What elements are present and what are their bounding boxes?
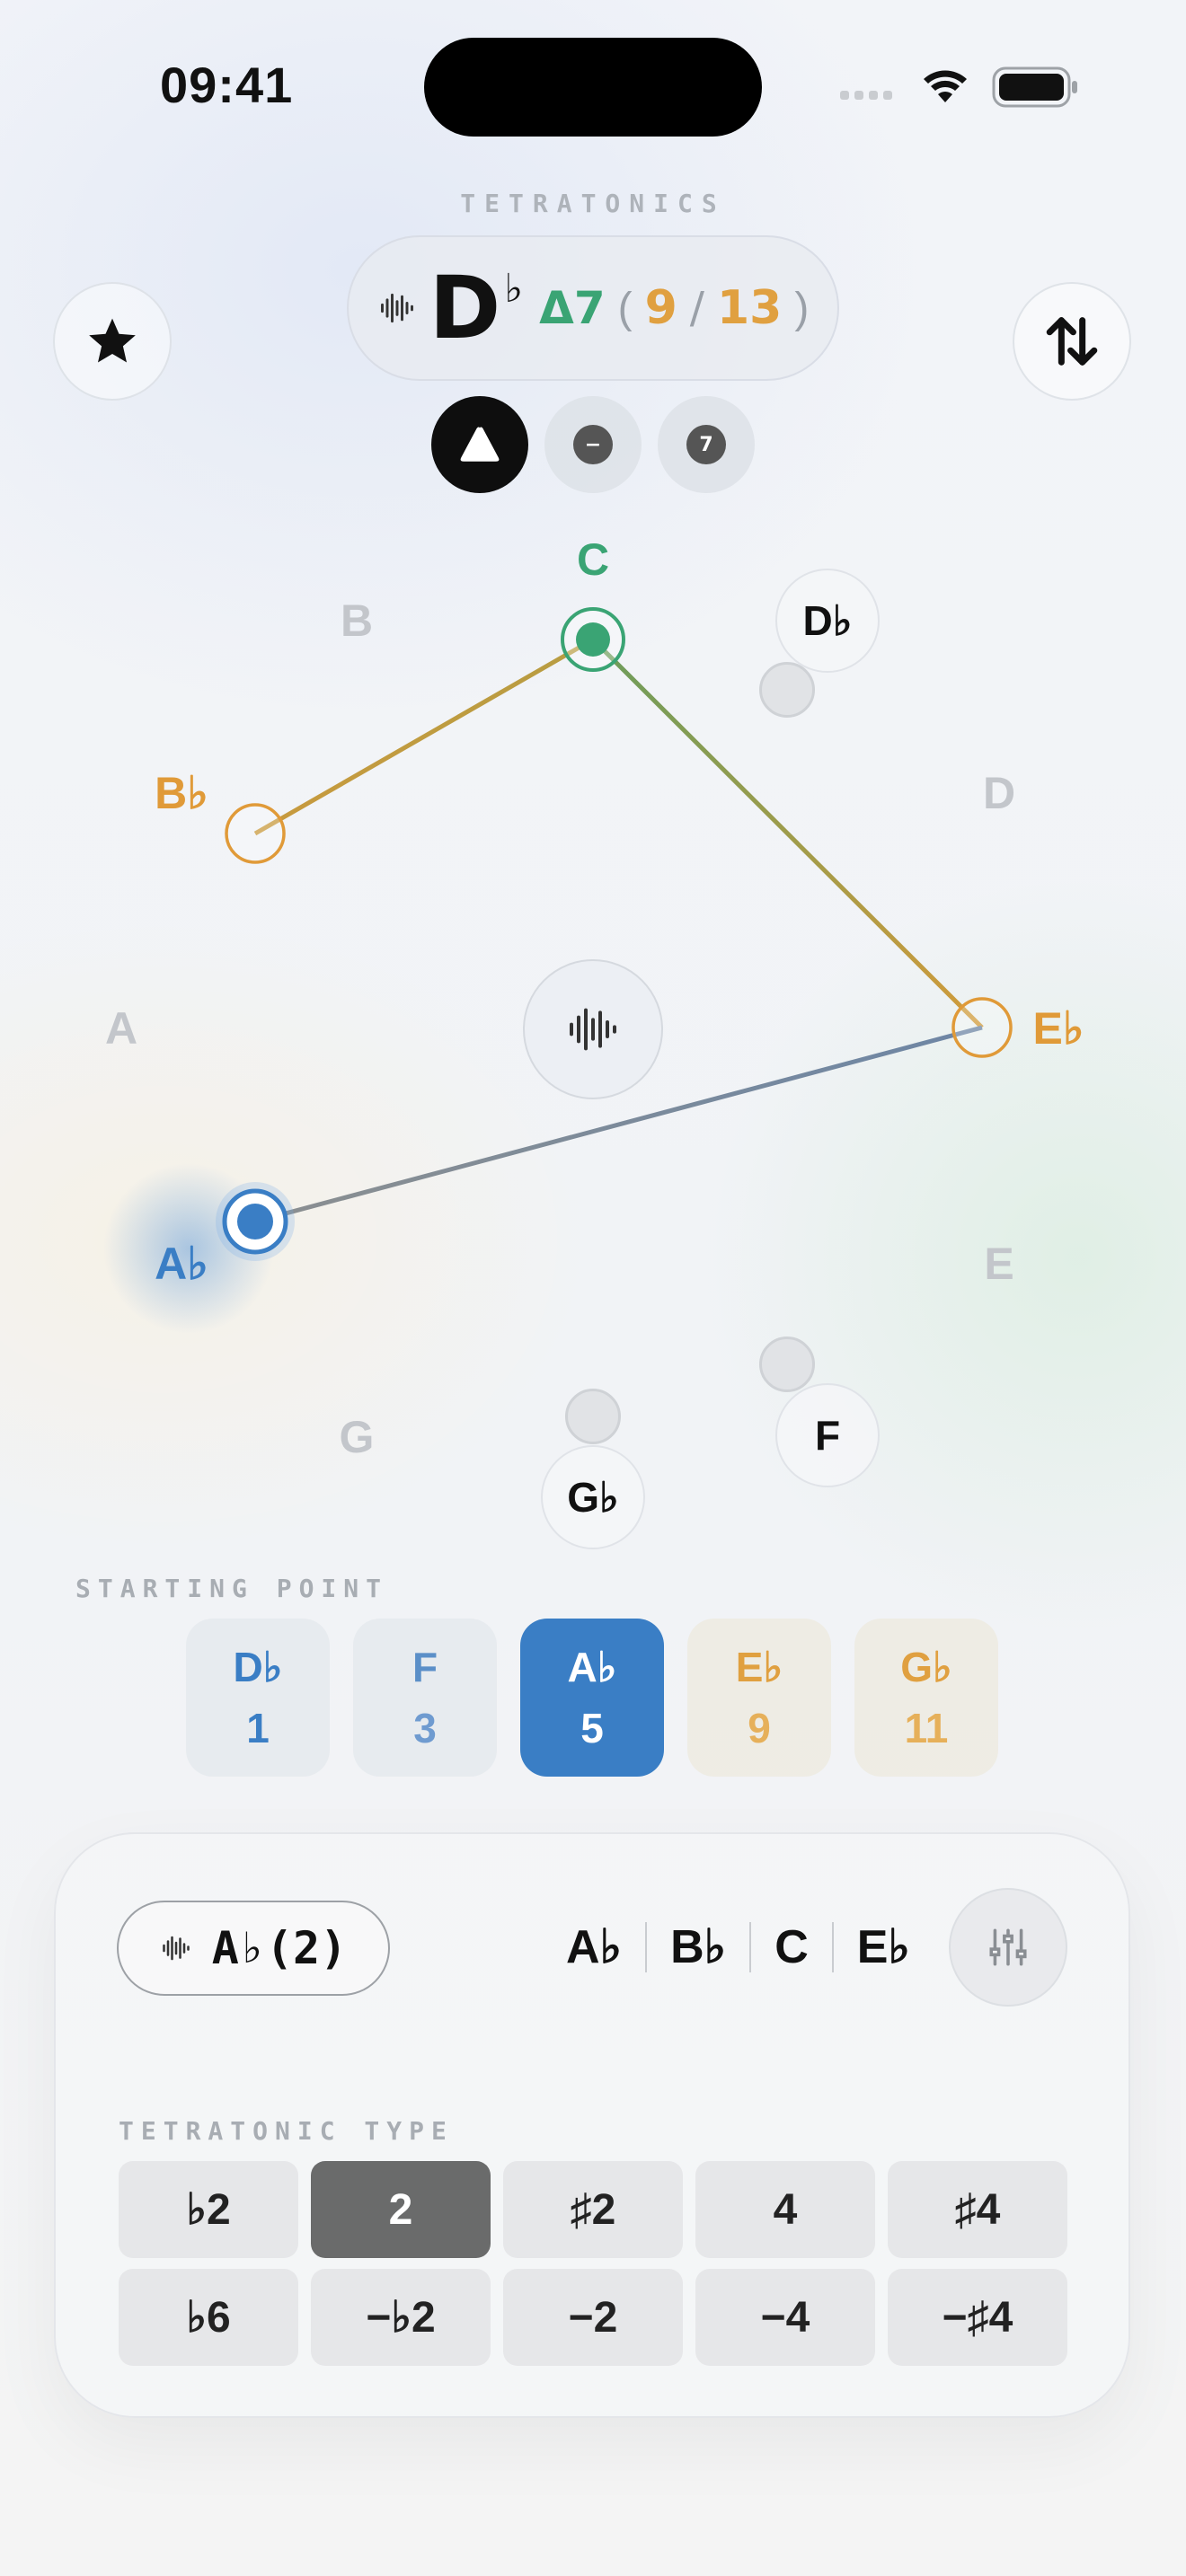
chord-slash: / — [689, 283, 704, 333]
star-icon — [89, 318, 136, 363]
chord-accidental: ♭ — [504, 266, 524, 312]
note-eb-label: E♭ — [1033, 1003, 1084, 1054]
sp-degree: 9 — [748, 1705, 771, 1751]
wifi-icon — [924, 70, 967, 102]
scale-note: A♭ — [566, 1921, 623, 1973]
app-title: TETRATONICS — [460, 189, 726, 218]
edge-bb-c — [253, 637, 595, 836]
node-bb — [225, 803, 286, 864]
settings-button[interactable] — [949, 1888, 1067, 2007]
play-chord-button[interactable] — [523, 959, 663, 1099]
sp-note: A♭ — [567, 1644, 617, 1690]
sp-degree: 5 — [580, 1705, 604, 1751]
chord-display[interactable]: D ♭ Δ7 ( 9 / 13 ) — [347, 235, 839, 381]
type-sharp2[interactable]: ♯2 — [503, 2161, 683, 2258]
sp-degree: 1 — [246, 1705, 270, 1751]
node-eb — [951, 997, 1013, 1058]
root-label: A♭(2) — [211, 1922, 348, 1974]
chord-total: 13 — [716, 281, 783, 335]
starting-point-db[interactable]: D♭ 1 — [186, 1619, 330, 1777]
mode-minus-button[interactable]: − — [544, 396, 642, 493]
chord-current: 9 — [644, 281, 677, 335]
type-minus-4[interactable]: −4 — [695, 2269, 875, 2366]
status-icons — [840, 66, 1077, 108]
waveform-icon — [570, 1008, 616, 1051]
note-b-label: B — [341, 595, 373, 646]
starting-point-f[interactable]: F 3 — [353, 1619, 497, 1777]
status-time: 09:41 — [160, 57, 294, 113]
node-ab-dot — [237, 1204, 273, 1239]
note-bb-label: B♭ — [155, 768, 208, 818]
starting-point-label: STARTING POINT — [75, 1574, 389, 1603]
note-g-label: G — [340, 1412, 375, 1462]
type-flat6[interactable]: ♭6 — [119, 2269, 298, 2366]
starting-point-gb[interactable]: G♭ 11 — [854, 1619, 998, 1777]
seven-icon: 7 — [686, 425, 726, 464]
chord-close-paren: ) — [794, 284, 810, 332]
type-minus-sharp4[interactable]: −♯4 — [888, 2269, 1067, 2366]
divider — [749, 1922, 752, 1972]
divider — [831, 1922, 834, 1972]
arrows-up-down-icon — [1046, 317, 1098, 366]
sp-note: F — [412, 1644, 438, 1690]
triangle-icon — [460, 427, 500, 462]
ghost-dot-f — [759, 1337, 815, 1392]
note-ab-label: A♭ — [155, 1239, 208, 1289]
note-gb-bubble[interactable]: G♭ — [541, 1445, 645, 1549]
dynamic-island — [424, 38, 762, 137]
favorite-button[interactable] — [53, 282, 172, 401]
battery-icon — [992, 66, 1077, 108]
starting-point-eb[interactable]: E♭ 9 — [687, 1619, 831, 1777]
note-f-bubble[interactable]: F — [775, 1383, 880, 1487]
scale-note: C — [774, 1921, 809, 1973]
sp-degree: 11 — [904, 1705, 949, 1751]
type-2[interactable]: 2 — [311, 2161, 491, 2258]
note-c-label: C — [577, 534, 609, 585]
ghost-dot-db — [759, 662, 815, 718]
type-minus-flat2[interactable]: −♭2 — [311, 2269, 491, 2366]
ghost-dot-gb — [565, 1389, 621, 1444]
chord-root: D — [429, 258, 501, 358]
sp-note: E♭ — [735, 1644, 783, 1690]
tetratonic-type-label: TETRATONIC TYPE — [119, 2116, 454, 2146]
sp-note: G♭ — [900, 1644, 952, 1690]
note-d-label: D — [983, 768, 1015, 818]
type-sharp4[interactable]: ♯4 — [888, 2161, 1067, 2258]
swap-button[interactable] — [1013, 282, 1131, 401]
sp-degree: 3 — [413, 1705, 437, 1751]
type-4[interactable]: 4 — [695, 2161, 875, 2258]
sliders-icon — [989, 1928, 1027, 1966]
chord-open-paren: ( — [617, 284, 633, 332]
type-flat2[interactable]: ♭2 — [119, 2161, 298, 2258]
mode-seven-button[interactable]: 7 — [658, 396, 755, 493]
scale-notes: A♭ B♭ C E♭ — [566, 1919, 910, 1976]
chord-quality: Δ7 — [539, 282, 606, 334]
minus-icon: − — [573, 425, 613, 464]
divider — [645, 1922, 648, 1972]
sp-note: D♭ — [233, 1644, 283, 1690]
node-c-dot — [576, 622, 610, 657]
type-minus-2[interactable]: −2 — [503, 2269, 683, 2366]
mode-triangle-button[interactable] — [431, 396, 528, 493]
waveform-icon — [380, 293, 413, 323]
note-e-label: E — [984, 1239, 1013, 1289]
note-a-label: A — [105, 1003, 137, 1054]
note-db-bubble[interactable]: D♭ — [775, 569, 880, 673]
scale-note: E♭ — [856, 1921, 910, 1973]
scale-note: B♭ — [670, 1921, 727, 1973]
waveform-icon — [162, 1936, 190, 1961]
starting-point-ab[interactable]: A♭ 5 — [520, 1619, 664, 1777]
root-play-button[interactable]: A♭(2) — [117, 1901, 390, 1996]
